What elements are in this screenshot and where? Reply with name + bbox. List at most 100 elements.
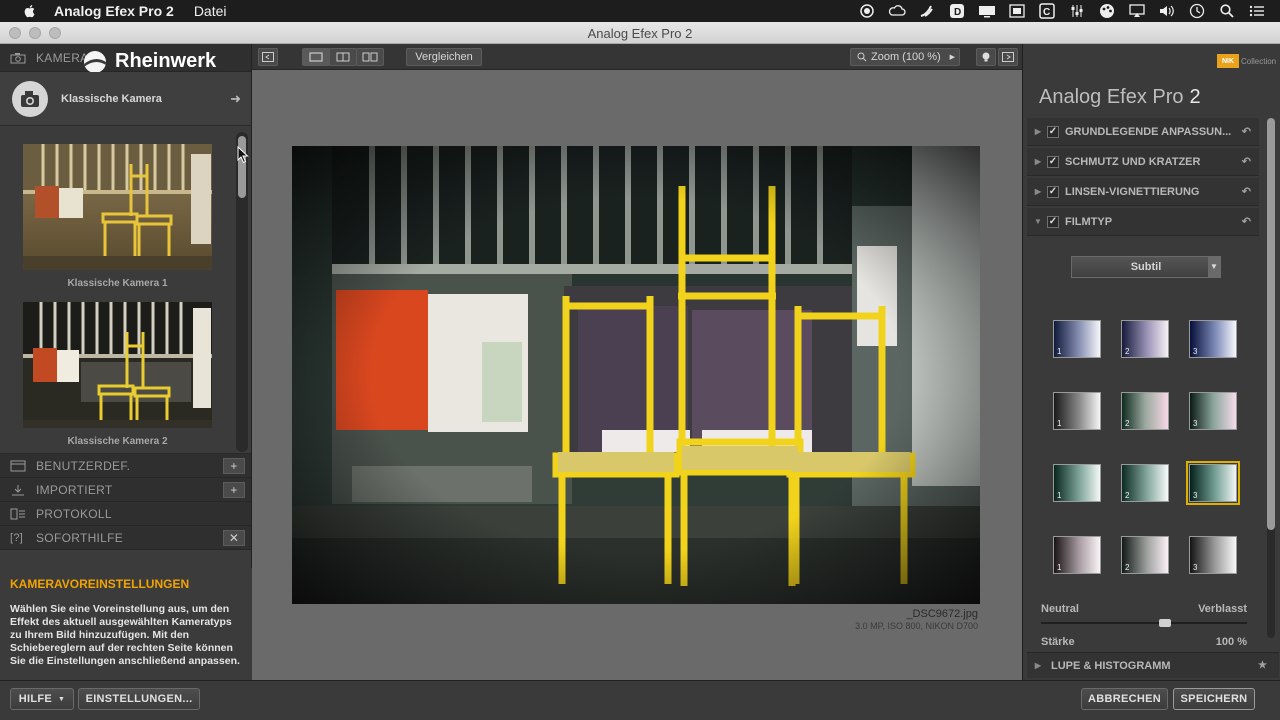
preset-item[interactable]: Klassische Kamera 2 <box>23 302 212 447</box>
preset-label: Klassische Kamera 2 <box>67 436 168 447</box>
film-swatch[interactable]: 1 <box>1053 536 1101 574</box>
swatch-number: 3 <box>1193 347 1198 356</box>
section-soforthilfe[interactable]: [?] SOFORTHILFE ✕ <box>0 526 251 550</box>
section-importiert[interactable]: IMPORTIERT + <box>0 478 251 502</box>
settings-button[interactable]: EINSTELLUNGEN... <box>78 688 200 710</box>
display-icon[interactable] <box>978 3 996 19</box>
film-swatch[interactable]: 2 <box>1121 536 1169 574</box>
help-menu-button[interactable]: HILFE ▼ <box>10 688 74 710</box>
reset-icon[interactable]: ↶ <box>1242 215 1251 228</box>
zoom-control[interactable]: Zoom (100 %) ▶ <box>850 48 960 66</box>
expand-triangle-icon[interactable]: ▶ <box>1031 187 1045 196</box>
filter-checkbox[interactable]: ✓ <box>1047 155 1059 168</box>
cloud-sync-icon[interactable] <box>888 3 906 19</box>
loupe-histogram-section[interactable]: ▶ LUPE & HISTOGRAMM ★ <box>1027 652 1279 678</box>
filter-checkbox[interactable]: ✓ <box>1047 185 1059 198</box>
nik-logo-box: NIK <box>1217 54 1239 68</box>
save-button[interactable]: SPEICHERN <box>1173 688 1255 710</box>
rheinwerk-logo-mark <box>84 50 106 73</box>
help-heading: KAMERAVOREINSTELLUNGEN <box>10 577 190 591</box>
camera-type-selector[interactable]: Klassische Kamera ➜ <box>0 72 251 126</box>
preview-image[interactable] <box>292 146 980 604</box>
expand-triangle-icon[interactable]: ▶ <box>1031 127 1045 136</box>
volume-icon[interactable] <box>1158 3 1176 19</box>
right-panel-scrollbar[interactable] <box>1267 118 1275 638</box>
fade-slider-track[interactable] <box>1041 622 1247 624</box>
toggle-left-panel-button[interactable] <box>258 48 278 66</box>
filter-vignettierung[interactable]: ▶ ✓ LINSEN-VIGNETTIERUNG ↶ <box>1027 178 1259 206</box>
apple-menu-icon[interactable] <box>22 3 38 19</box>
swatch-number: 1 <box>1057 491 1062 500</box>
filter-schmutz[interactable]: ▶ ✓ SCHMUTZ UND KRATZER ↶ <box>1027 148 1259 176</box>
fade-slider-knob[interactable] <box>1158 619 1171 627</box>
airplay-icon[interactable] <box>1128 3 1146 19</box>
section-benutzerdef[interactable]: BENUTZERDEF. + <box>0 454 251 478</box>
swatch-number: 3 <box>1193 563 1198 572</box>
film-swatch[interactable]: 3 <box>1189 392 1237 430</box>
chevron-down-icon: ▼ <box>1208 257 1220 277</box>
clock-icon[interactable] <box>1188 3 1206 19</box>
preset-item[interactable]: Klassische Kamera 1 <box>23 144 212 289</box>
filter-checkbox[interactable]: ✓ <box>1047 125 1059 138</box>
film-swatch[interactable]: 2 <box>1121 320 1169 358</box>
reset-icon[interactable]: ↶ <box>1242 125 1251 138</box>
app-c-icon[interactable]: C <box>1038 3 1056 19</box>
preview-canvas[interactable]: _DSC9672.jpg 3.0 MP, ISO 800, NIKON D700 <box>252 70 1022 680</box>
preset-thumbnail[interactable] <box>23 302 212 428</box>
background-toggle-button[interactable] <box>976 48 996 66</box>
pin-icon[interactable]: ★ <box>1258 660 1267 671</box>
right-panel-scrollbar-thumb[interactable] <box>1267 118 1275 530</box>
split-view-button[interactable] <box>329 48 357 66</box>
swatch-number: 3 <box>1193 491 1198 500</box>
menu-datei[interactable]: Datei <box>194 3 227 19</box>
expand-triangle-icon[interactable]: ▶ <box>1031 661 1045 670</box>
side-by-side-button[interactable] <box>356 48 384 66</box>
film-swatch[interactable]: 2 <box>1121 392 1169 430</box>
film-type-dropdown[interactable]: Subtil ▼ <box>1071 256 1221 278</box>
film-swatch-selected[interactable]: 3 <box>1186 461 1240 505</box>
film-swatch[interactable]: 2 <box>1121 464 1169 502</box>
film-swatch[interactable]: 3 <box>1189 320 1237 358</box>
filter-checkbox[interactable]: ✓ <box>1047 215 1059 228</box>
arrow-right-icon[interactable]: ➜ <box>230 91 241 107</box>
single-view-button[interactable] <box>302 48 330 66</box>
menu-app-name[interactable]: Analog Efex Pro 2 <box>54 3 174 19</box>
slider-right-label: Verblasst <box>1198 603 1247 615</box>
mixer-icon[interactable] <box>1068 3 1086 19</box>
wifi-hand-icon[interactable] <box>918 3 936 19</box>
toggle-right-panel-button[interactable] <box>998 48 1018 66</box>
reset-icon[interactable]: ↶ <box>1242 185 1251 198</box>
add-import-button[interactable]: + <box>223 482 245 498</box>
section-importiert-label: IMPORTIERT <box>36 482 113 497</box>
filter-grundlegende[interactable]: ▶ ✓ GRUNDLEGENDE ANPASSUN... ↶ <box>1027 118 1259 146</box>
film-swatch[interactable]: 1 <box>1053 320 1101 358</box>
section-protokoll[interactable]: PROTOKOLL <box>0 502 251 526</box>
palette-icon[interactable] <box>1098 3 1116 19</box>
record-icon[interactable] <box>858 3 876 19</box>
screen-capture-icon[interactable] <box>1008 3 1026 19</box>
cancel-button[interactable]: ABBRECHEN <box>1081 688 1168 710</box>
reset-icon[interactable]: ↶ <box>1242 155 1251 168</box>
dropdown-arrow-icon: ▼ <box>58 695 66 703</box>
close-help-button[interactable]: ✕ <box>223 530 245 546</box>
split-view-icon <box>336 52 350 62</box>
swatch-number: 2 <box>1125 347 1130 356</box>
spotlight-search-icon[interactable] <box>1218 3 1236 19</box>
preset-thumbnail[interactable] <box>23 144 212 270</box>
filter-filmtyp[interactable]: ▼ ✓ FILMTYP ↶ <box>1027 208 1259 236</box>
app-d-icon[interactable]: D <box>948 3 966 19</box>
compare-button[interactable]: Vergleichen <box>406 48 482 66</box>
panel-app-title-text: Analog Efex Pro <box>1039 86 1184 108</box>
rheinwerk-logo: Rheinwerk <box>84 50 216 73</box>
film-swatch[interactable]: 1 <box>1053 464 1101 502</box>
film-swatch[interactable]: 3 <box>1189 536 1237 574</box>
collapse-triangle-icon[interactable]: ▼ <box>1031 217 1045 226</box>
add-custom-button[interactable]: + <box>223 458 245 474</box>
swatch-number: 3 <box>1193 419 1198 428</box>
notification-center-icon[interactable] <box>1248 3 1266 19</box>
svg-text:C: C <box>1043 7 1050 18</box>
expand-triangle-icon[interactable]: ▶ <box>1031 157 1045 166</box>
section-protokoll-label: PROTOKOLL <box>36 506 112 521</box>
film-swatch[interactable]: 1 <box>1053 392 1101 430</box>
menu-bar: Analog Efex Pro 2 Datei D C <box>0 0 1280 22</box>
